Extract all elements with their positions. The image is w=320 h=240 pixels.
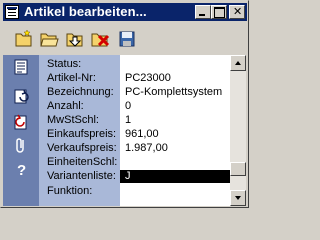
field-label-funktion: Funktion: (47, 185, 93, 197)
save-button[interactable] (117, 29, 137, 49)
sidebar: ? (3, 55, 39, 206)
open-folder-button[interactable] (39, 29, 59, 49)
undo-icon (14, 114, 27, 130)
field-label-status: Status: (47, 58, 82, 70)
field-value-einkaufspreis[interactable]: 961,00 (125, 128, 159, 141)
field-value-mwstschl[interactable]: 1 (125, 114, 131, 127)
undo-button[interactable] (12, 113, 30, 131)
delete-button[interactable] (90, 29, 110, 49)
vertical-scrollbar[interactable] (230, 55, 246, 206)
list-button[interactable] (12, 58, 30, 76)
field-label-einkaufspreis: Einkaufspreis: (47, 128, 117, 140)
folder-down-button[interactable] (65, 29, 85, 49)
refresh-button[interactable] (12, 88, 30, 106)
field-value-verkaufspreis[interactable]: 1.987,00 (125, 142, 168, 155)
edit-article-window: Artikel bearbeiten... ✕ ? Status: Artike… (0, 0, 249, 208)
list-icon (14, 59, 28, 75)
window-title: Artikel bearbeiten... (24, 4, 147, 19)
field-value-variantenliste[interactable]: J (120, 170, 230, 183)
close-icon: ✕ (233, 6, 243, 18)
field-label-einheitenschl: EinheitenSchl: (47, 156, 118, 168)
help-icon: ? (17, 162, 26, 178)
attach-icon (16, 138, 24, 153)
field-label-artikel-nr: Artikel-Nr: (47, 72, 96, 84)
field-label-verkaufspreis: Verkaufspreis: (47, 142, 117, 154)
folder-delete-icon (91, 33, 110, 47)
new-folder-button[interactable] (14, 29, 34, 49)
svg-text:?: ? (17, 162, 26, 178)
scroll-down-button[interactable] (230, 190, 246, 206)
minimize-button[interactable] (195, 5, 211, 19)
scroll-up-button[interactable] (230, 55, 246, 71)
close-button[interactable]: ✕ (229, 5, 245, 19)
save-disk-icon (119, 31, 135, 47)
scroll-thumb[interactable] (230, 162, 246, 176)
field-value-anzahl[interactable]: 0 (125, 100, 131, 113)
field-value-bezeichnung[interactable]: PC-Komplettsystem (125, 86, 222, 99)
title-bar[interactable]: Artikel bearbeiten... ✕ (3, 3, 247, 21)
field-label-mwstschl: MwStSchl: (47, 114, 99, 126)
refresh-icon (14, 89, 29, 104)
new-folder-icon (15, 29, 32, 47)
field-label-bezeichnung: Bezeichnung: (47, 86, 114, 98)
maximize-button[interactable] (211, 5, 227, 19)
attach-button[interactable] (12, 136, 30, 154)
field-label-anzahl: Anzahl: (47, 100, 84, 112)
app-icon (5, 5, 19, 19)
help-button[interactable]: ? (12, 160, 30, 178)
field-value-artikel-nr[interactable]: PC23000 (125, 72, 171, 85)
open-folder-icon (40, 33, 59, 47)
folder-down-arrow-icon (66, 33, 83, 47)
field-label-variantenliste: Variantenliste: (47, 170, 116, 182)
toolbar (3, 24, 247, 54)
